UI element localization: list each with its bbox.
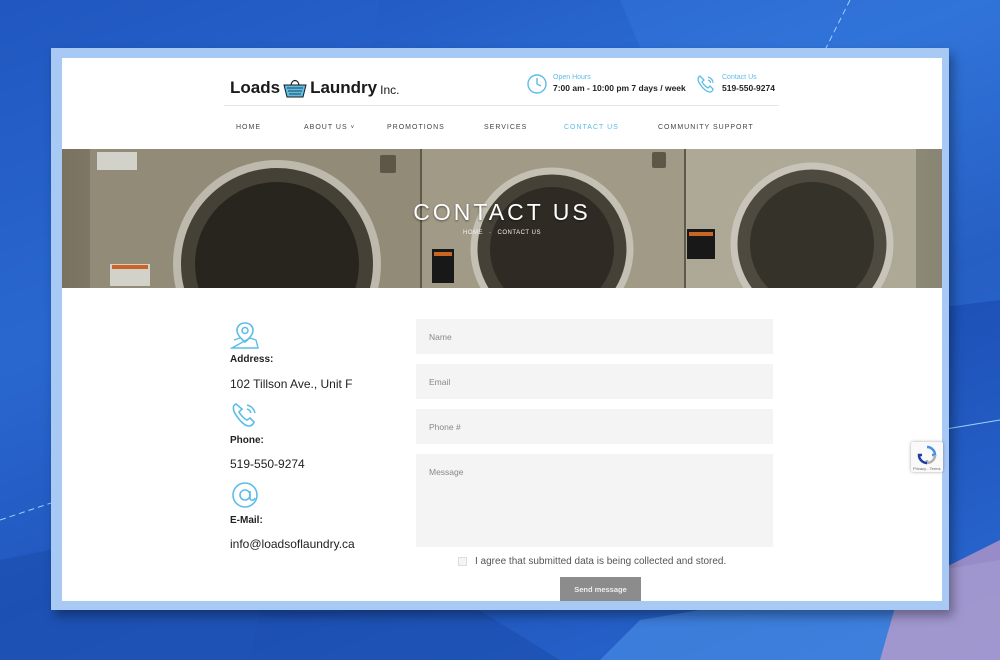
phone-icon: [232, 403, 256, 427]
email-label: E-Mail:: [230, 515, 263, 526]
email-value[interactable]: info@loadsoflaundry.ca: [230, 537, 355, 551]
logo-suffix: Inc.: [380, 82, 400, 97]
header-divider: [224, 105, 779, 106]
send-message-button[interactable]: Send message: [560, 577, 641, 601]
breadcrumb: HOME · CONTACT US: [62, 230, 942, 236]
logo-word-laundry: Laundry: [310, 78, 378, 97]
nav-promotions[interactable]: PROMOTIONS: [387, 124, 445, 131]
web-page: Loads Laundry Inc. Open Hours 7:00 am - …: [62, 58, 942, 601]
phone-icon: [697, 75, 714, 93]
clock-icon: [527, 74, 547, 94]
phone-value[interactable]: 519-550-9274: [230, 457, 305, 471]
breadcrumb-home[interactable]: HOME: [463, 230, 483, 236]
contact-label: Contact Us: [722, 74, 757, 81]
message-textarea[interactable]: Message: [416, 454, 773, 547]
laundry-basket-icon: [283, 79, 307, 98]
nav-home[interactable]: HOME: [236, 124, 261, 131]
message-placeholder: Message: [429, 467, 464, 477]
site-logo[interactable]: Loads Laundry Inc.: [230, 76, 399, 100]
chevron-down-icon: ˅: [350, 125, 356, 131]
open-hours-label: Open Hours: [553, 74, 591, 81]
breadcrumb-current: CONTACT US: [497, 230, 541, 236]
recaptcha-terms[interactable]: Privacy - Terms: [913, 466, 940, 471]
recaptcha-icon: [917, 445, 937, 465]
phone-input[interactable]: Phone #: [416, 409, 773, 444]
email-input[interactable]: Email: [416, 364, 773, 399]
open-hours-value: 7:00 am - 10:00 pm 7 days / week: [553, 83, 686, 93]
at-sign-icon: [232, 482, 258, 508]
name-placeholder: Name: [429, 332, 452, 342]
consent-checkbox[interactable]: [458, 557, 467, 566]
hero-banner: CONTACT US HOME · CONTACT US: [62, 149, 942, 288]
nav-about-us-label: ABOUT US: [304, 124, 348, 131]
main-nav: HOME ABOUT US ˅ PROMOTIONS SERVICES CONT…: [224, 124, 779, 136]
header-contact: Contact Us 519-550-9274: [695, 73, 775, 95]
email-placeholder: Email: [429, 377, 451, 387]
nav-about-us[interactable]: ABOUT US ˅: [304, 124, 355, 131]
consent-text: I agree that submitted data is being col…: [475, 556, 727, 567]
consent-row: I agree that submitted data is being col…: [458, 556, 726, 567]
address-value: 102 Tillson Ave., Unit F: [230, 377, 353, 391]
contact-phone[interactable]: 519-550-9274: [722, 82, 775, 94]
nav-services[interactable]: SERVICES: [484, 124, 527, 131]
address-label: Address:: [230, 354, 274, 365]
phone-placeholder: Phone #: [429, 422, 461, 432]
page-title: CONTACT US: [413, 199, 591, 225]
phone-label: Phone:: [230, 435, 264, 446]
recaptcha-badge[interactable]: Privacy - Terms: [911, 442, 943, 472]
name-input[interactable]: Name: [416, 319, 773, 354]
open-hours: Open Hours 7:00 am - 10:00 pm 7 days / w…: [526, 73, 686, 95]
logo-word-loads: Loads: [230, 78, 281, 97]
nav-community-support[interactable]: COMMUNITY SUPPORT: [658, 124, 754, 131]
map-pin-icon: [230, 322, 259, 349]
breadcrumb-separator: ·: [489, 230, 492, 236]
nav-contact-us[interactable]: CONTACT US: [564, 124, 619, 131]
